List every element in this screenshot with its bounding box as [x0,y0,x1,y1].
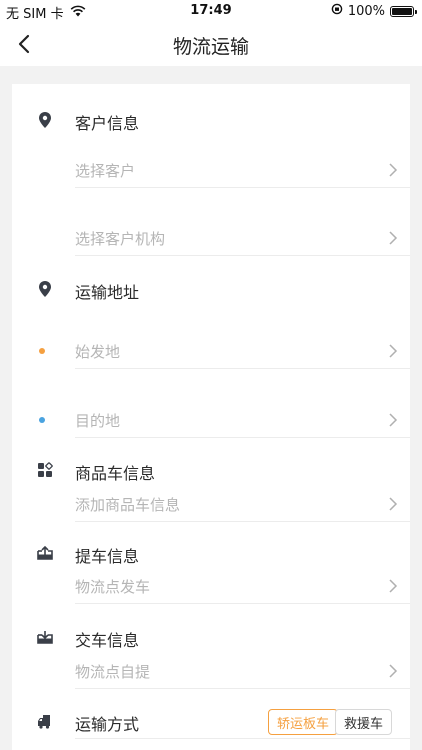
origin-placeholder: 始发地 [75,343,121,361]
divider [75,437,410,438]
origin-row[interactable]: 始发地 [12,333,410,369]
delivery-section-header: 交车信息 [12,622,410,652]
pickup-section-header: 提车信息 [12,538,410,568]
select-customer-org-placeholder: 选择客户机构 [75,230,166,248]
transport-option-flatbed[interactable]: 轿运板车 [268,709,339,735]
divider [75,738,410,739]
select-customer-placeholder: 选择客户 [75,162,136,180]
address-section-header: 运输地址 [12,274,410,304]
transport-option-rescue[interactable]: 救援车 [335,709,393,735]
tray-download-icon [36,628,54,646]
chevron-right-icon [389,664,398,678]
tray-upload-icon [36,544,54,562]
status-right: 100% [331,3,417,19]
origin-dot-icon [39,348,45,354]
select-customer-row[interactable]: 选择客户 [12,152,410,188]
destination-row[interactable]: 目的地 [12,402,410,438]
destination-dot-icon [39,417,45,423]
divider [75,368,410,369]
location-pin-icon [36,111,54,129]
goods-section-label: 商品车信息 [75,464,156,483]
chevron-right-icon [389,344,398,358]
select-customer-org-row[interactable]: 选择客户机构 [12,220,410,256]
goods-section-header: 商品车信息 [12,455,410,485]
add-goods-placeholder: 添加商品车信息 [75,496,181,514]
divider [75,603,410,604]
chevron-right-icon [389,231,398,245]
chevron-right-icon [389,579,398,593]
divider [75,187,410,188]
divider [75,255,410,256]
pickup-row[interactable]: 物流点发车 [12,568,410,604]
battery-percent: 100% [347,3,385,19]
apps-grid-icon [36,461,54,479]
location-pin-icon [36,280,54,298]
delivery-section-label: 交车信息 [75,631,140,650]
truck-icon [36,712,54,730]
transport-section-header: 运输方式 轿运板车 救援车 [12,706,410,736]
transport-option-label: 救援车 [344,716,384,732]
form-card: 客户信息 选择客户 选择客户机构 运输地址 始发地 目的地 商品车信息 添加商品… [12,84,410,750]
nav-bar: 物流运输 [0,22,422,66]
chevron-right-icon [389,413,398,427]
address-section-label: 运输地址 [75,283,140,302]
transport-section-label: 运输方式 [75,715,140,734]
divider [75,688,410,689]
destination-placeholder: 目的地 [75,412,121,430]
divider [75,521,410,522]
customer-section-label: 客户信息 [75,114,140,133]
pickup-value: 物流点发车 [75,578,151,596]
chevron-right-icon [389,497,398,511]
transport-option-label: 轿运板车 [277,716,330,732]
add-goods-row[interactable]: 添加商品车信息 [12,486,410,522]
customer-section-header: 客户信息 [12,105,410,135]
page-title: 物流运输 [172,36,249,58]
orientation-lock-icon [331,3,343,19]
delivery-row[interactable]: 物流点自提 [12,653,410,689]
chevron-right-icon [389,163,398,177]
battery-icon [390,5,417,17]
delivery-value: 物流点自提 [75,663,151,681]
pickup-section-label: 提车信息 [75,547,140,566]
status-bar: 无 SIM 卡 17:49 100% [0,0,422,22]
